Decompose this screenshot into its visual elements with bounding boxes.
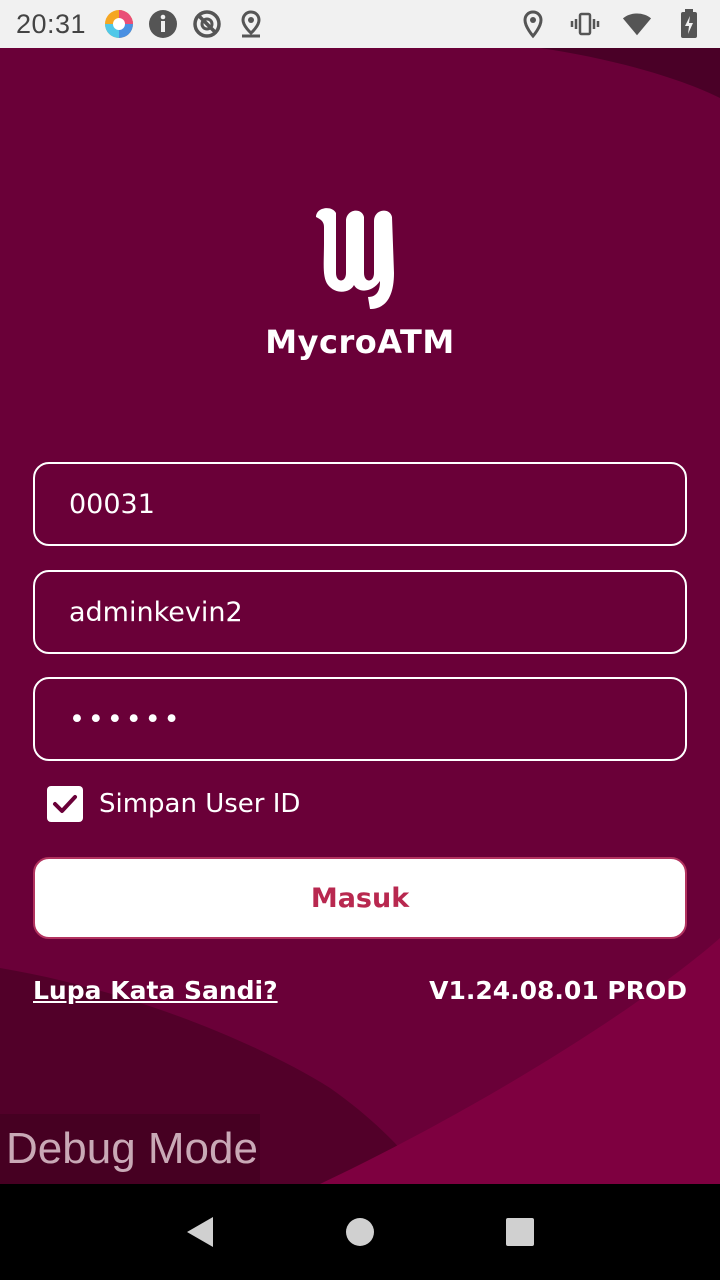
outlet-id-field[interactable] [33, 462, 687, 546]
status-left-icons [104, 9, 266, 39]
user-id-input[interactable] [69, 596, 685, 628]
user-id-field[interactable] [33, 570, 687, 654]
status-bar: 20:31 [0, 0, 720, 48]
password-input[interactable] [69, 703, 685, 735]
navigation-bar [0, 1184, 720, 1280]
location-pin-icon [236, 9, 266, 39]
debug-mode-label: Debug Mode [0, 1114, 260, 1184]
brand-name: MycroATM [265, 323, 455, 361]
remember-label: Simpan User ID [99, 789, 301, 819]
no-disturb-icon [192, 9, 222, 39]
checkmark-icon [53, 795, 77, 813]
remember-checkbox[interactable] [47, 786, 83, 822]
status-time: 20:31 [16, 8, 87, 39]
outlet-id-input[interactable] [69, 488, 685, 520]
login-screen: MycroATM Simpan User ID Masuk Lupa Kata … [0, 48, 720, 1184]
forgot-password-link[interactable]: Lupa Kata Sandi? [33, 976, 278, 1005]
status-right-icons [518, 9, 704, 39]
wifi-icon [622, 9, 652, 39]
mycroatm-logo-icon [316, 208, 394, 309]
location-icon [518, 9, 548, 39]
back-icon[interactable] [180, 1212, 220, 1252]
password-field[interactable] [33, 677, 687, 761]
info-icon [148, 9, 178, 39]
version-label: V1.24.08.01 PROD [429, 976, 687, 1005]
app-launcher-icon [104, 9, 134, 39]
remember-user-id[interactable]: Simpan User ID [47, 786, 300, 822]
vibrate-icon [570, 9, 600, 39]
home-icon[interactable] [340, 1212, 380, 1252]
login-button[interactable]: Masuk [33, 857, 687, 939]
recents-icon[interactable] [500, 1212, 540, 1252]
battery-charging-icon [674, 9, 704, 39]
brand-logo: MycroATM [0, 203, 720, 361]
